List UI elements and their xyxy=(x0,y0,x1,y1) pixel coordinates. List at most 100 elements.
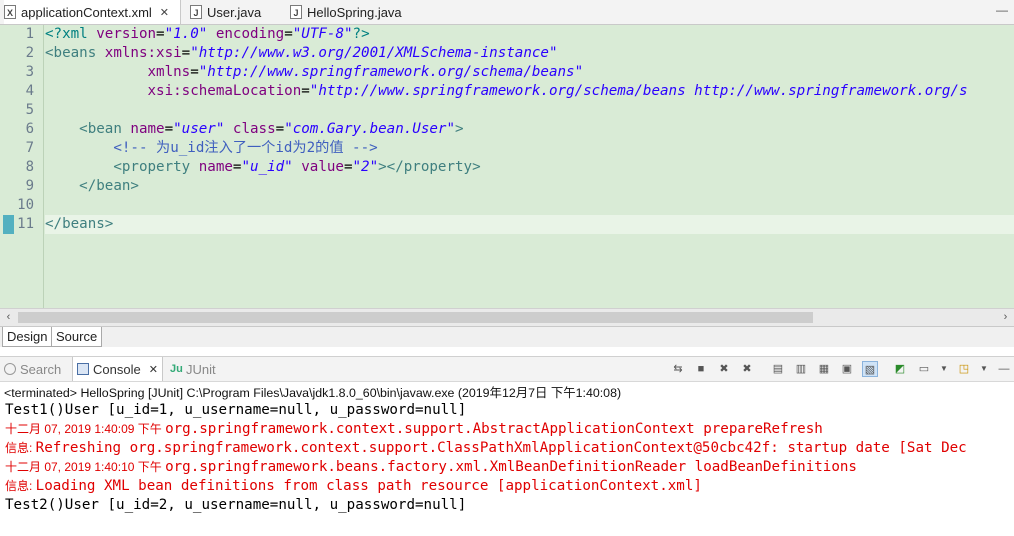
console-text: Loading XML bean definitions from class … xyxy=(35,478,702,494)
tab-design[interactable]: Design xyxy=(2,327,53,347)
scrollbar-thumb[interactable] xyxy=(18,312,813,323)
attr-value: "UTF-8" xyxy=(292,26,353,42)
overview-ruler xyxy=(0,25,14,308)
search-icon xyxy=(4,363,16,375)
line-number: 7 xyxy=(25,140,34,156)
equals: = xyxy=(156,26,165,42)
current-line-marker xyxy=(3,215,14,234)
code-line: <property name="u_id" value="2"></proper… xyxy=(45,158,481,177)
tab-application-context-xml[interactable]: X applicationContext.xml ✕ xyxy=(4,0,181,24)
close-icon[interactable]: ✕ xyxy=(160,6,169,19)
console-timestamp: 十二月 07, 2019 1:40:10 下午 xyxy=(5,460,166,474)
attr-name: xmlns xyxy=(147,64,191,80)
console-line: Test2()User [u_id=2, u_username=null, u_… xyxy=(5,496,466,515)
tag: </beans> xyxy=(45,216,114,232)
console-output[interactable]: Test1()User [u_id=1, u_username=null, u_… xyxy=(0,401,1014,536)
attr-value: "u_id" xyxy=(241,159,293,175)
equals: = xyxy=(343,159,353,175)
code-line: <bean name="user" class="com.Gary.bean.U… xyxy=(45,120,463,139)
new-console-icon[interactable]: ◳ xyxy=(956,361,972,377)
attr-name: value xyxy=(292,159,344,175)
attr-name: xsi:schemaLocation xyxy=(147,83,302,99)
display-console-icon[interactable]: ◩ xyxy=(892,361,908,377)
line-number: 3 xyxy=(25,64,34,80)
scroll-lock-icon[interactable]: ▥ xyxy=(793,361,809,377)
equals: = xyxy=(301,83,310,99)
java-file-icon: J xyxy=(290,5,302,19)
pin-icon[interactable]: ⇆ xyxy=(670,361,686,377)
stop-icon[interactable]: ■ xyxy=(693,361,709,377)
console-text: Refreshing org.springframework.context.s… xyxy=(35,440,967,456)
line-number: 9 xyxy=(25,178,34,194)
equals: = xyxy=(284,26,293,42)
remove-all-icon[interactable]: ✖ xyxy=(739,361,755,377)
line-number: 5 xyxy=(25,102,34,118)
code-line: </bean> xyxy=(45,177,139,196)
tab-source[interactable]: Source xyxy=(51,327,103,347)
chevron-down-icon[interactable]: ▼ xyxy=(976,361,992,377)
open-console-icon[interactable]: ▧ xyxy=(862,361,878,377)
console-line: Test1()User [u_id=1, u_username=null, u_… xyxy=(5,401,466,420)
console-line: 信息: Loading XML bean definitions from cl… xyxy=(5,477,702,496)
attr-name: name xyxy=(130,121,165,137)
attr-value: "1.0" xyxy=(164,26,208,42)
remove-launch-icon[interactable]: ✖ xyxy=(716,361,732,377)
close-icon[interactable]: ✕ xyxy=(149,363,158,376)
scroll-left-icon[interactable]: ‹ xyxy=(0,309,17,326)
code-line: </beans> xyxy=(45,215,113,234)
line-number: 10 xyxy=(17,197,34,213)
tag-end: ></property> xyxy=(378,159,481,175)
console-level: 信息: xyxy=(5,479,36,493)
console-text: org.springframework.beans.factory.xml.Xm… xyxy=(165,459,857,475)
attr-value: "http://www.springframework.org/schema/b… xyxy=(198,64,584,80)
attr-value: "http://www.w3.org/2001/XMLSchema-instan… xyxy=(190,45,558,61)
chevron-down-icon[interactable]: ▼ xyxy=(936,361,952,377)
line-number: 11 xyxy=(17,216,34,232)
console-line: 十二月 07, 2019 1:40:10 下午 org.springframew… xyxy=(5,458,857,477)
console-status: <terminated> HelloSpring [JUnit] C:\Prog… xyxy=(4,386,622,400)
line-number-gutter: 1 2 3 4 5 6 7 8 9 10 11 xyxy=(14,25,44,308)
xml-editor[interactable]: 1 2 3 4 5 6 7 8 9 10 11 <?xml version="1… xyxy=(0,25,1014,308)
minimize-editor-icon[interactable]: — xyxy=(996,3,1008,17)
display-dropdown-icon[interactable]: ▭ xyxy=(916,361,932,377)
tag: <bean xyxy=(45,121,131,137)
horizontal-scrollbar[interactable]: ‹ › xyxy=(0,308,1014,326)
tab-hellospring-java[interactable]: J HelloSpring.java xyxy=(290,0,402,24)
equals: = xyxy=(164,121,174,137)
attr-value: "com.Gary.bean.User" xyxy=(284,121,456,137)
tab-label: JUnit xyxy=(186,361,216,377)
console-icon xyxy=(77,363,89,375)
clear-console-icon[interactable]: ▤ xyxy=(770,361,786,377)
code-line: <!-- 为u_id注入了一个id为2的值 --> xyxy=(45,139,377,158)
tab-search[interactable]: Search xyxy=(4,357,61,381)
show-on-output-icon[interactable]: ▣ xyxy=(839,361,855,377)
line-number: 8 xyxy=(25,159,34,175)
minimize-icon[interactable]: — xyxy=(996,361,1012,377)
console-text: Test1()User [u_id=1, u_username=null, u_… xyxy=(5,402,467,418)
attr-name: version xyxy=(96,26,157,42)
line-number: 6 xyxy=(25,121,34,137)
tab-label: applicationContext.xml xyxy=(21,4,152,20)
attr-name: encoding xyxy=(207,26,285,42)
attr-value: "user" xyxy=(173,121,225,137)
scroll-right-icon[interactable]: › xyxy=(997,309,1014,326)
console-line: 信息: Refreshing org.springframework.conte… xyxy=(5,439,967,458)
junit-icon: Ju xyxy=(170,363,183,375)
tab-label: Console xyxy=(93,361,141,377)
code-area[interactable]: <?xml version="1.0" encoding="UTF-8"?> <… xyxy=(45,25,1014,308)
code-line: xsi:schemaLocation="http://www.springfra… xyxy=(45,82,968,101)
line-number: 2 xyxy=(25,45,34,61)
tag: <property xyxy=(45,159,199,175)
editor-mode-tabs: Design Source xyxy=(0,326,1014,347)
java-file-icon: J xyxy=(190,5,202,19)
word-wrap-icon[interactable]: ▦ xyxy=(816,361,832,377)
tab-user-java[interactable]: J User.java xyxy=(190,0,261,24)
tab-junit[interactable]: Ju JUnit xyxy=(170,357,216,381)
line-number: 4 xyxy=(25,83,34,99)
tab-console[interactable]: Console ✕ xyxy=(72,357,163,381)
code-line: <?xml version="1.0" encoding="UTF-8"?> xyxy=(45,25,370,44)
xml-declaration-end: ?> xyxy=(352,26,370,42)
equals: = xyxy=(181,45,191,61)
